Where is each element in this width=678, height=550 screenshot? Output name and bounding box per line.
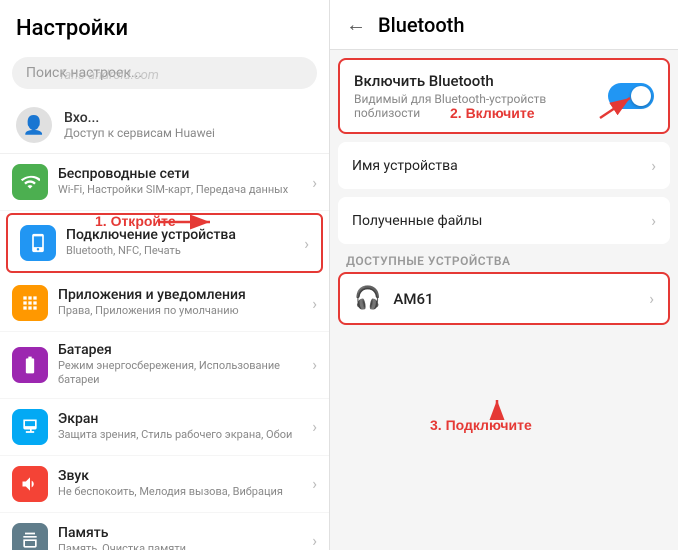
enable-bluetooth-box: Включить Bluetooth Видимый для Bluetooth… [338, 58, 670, 134]
available-devices-header: ДОСТУПНЫЕ УСТРОЙСТВА [330, 248, 678, 272]
display-icon [12, 409, 48, 445]
enable-bluetooth-title: Включить Bluetooth [354, 72, 608, 90]
wireless-sub: Wi-Fi, Настройки SIM-карт, Передача данн… [58, 183, 312, 197]
apps-title: Приложения и уведомления [58, 287, 312, 303]
sound-title: Звук [58, 468, 312, 484]
settings-title: Настройки [0, 0, 329, 49]
search-bar[interactable]: Поиск настроек... [12, 57, 317, 89]
wireless-text: Беспроводные сети Wi-Fi, Настройки SIM-к… [58, 166, 312, 197]
apps-sub: Права, Приложения по умолчанию [58, 304, 312, 318]
device-name-label: Имя устройства [352, 158, 458, 174]
apps-text: Приложения и уведомления Права, Приложен… [58, 287, 312, 318]
chevron-icon: › [651, 211, 656, 230]
chevron-icon: › [312, 355, 317, 374]
device-name-row[interactable]: Имя устройства › [338, 142, 670, 189]
received-files-label: Полученные файлы [352, 213, 482, 229]
storage-title: Память [58, 525, 312, 541]
device-name: AM61 [393, 290, 649, 308]
account-sub: Доступ к сервисам Huawei [64, 126, 313, 140]
enable-bluetooth-row: Включить Bluetooth Видимый для Bluetooth… [354, 72, 654, 120]
chevron-icon: › [312, 531, 317, 550]
display-text: Экран Защита зрения, Стиль рабочего экра… [58, 411, 312, 442]
account-row[interactable]: 👤 Вхо... Доступ к сервисам Huawei [0, 97, 329, 154]
enable-bluetooth-info: Включить Bluetooth Видимый для Bluetooth… [354, 72, 608, 120]
display-title: Экран [58, 411, 312, 427]
sound-icon [12, 466, 48, 502]
device-connection-item[interactable]: Подключение устройства Bluetooth, NFC, П… [6, 213, 323, 273]
battery-icon [12, 347, 48, 383]
battery-title: Батарея [58, 342, 312, 358]
sound-text: Звук Не беспокоить, Мелодия вызова, Вибр… [58, 468, 312, 499]
battery-text: Батарея Режим энергосбережения, Использо… [58, 342, 312, 388]
chevron-icon: › [312, 417, 317, 436]
account-info: Вхо... Доступ к сервисам Huawei [64, 110, 313, 140]
display-sub: Защита зрения, Стиль рабочего экрана, Об… [58, 428, 312, 442]
device-icon [20, 225, 56, 261]
chevron-icon: › [312, 474, 317, 493]
menu-item[interactable]: Экран Защита зрения, Стиль рабочего экра… [0, 399, 329, 456]
page-title: Bluetooth [378, 13, 464, 37]
battery-sub: Режим энергосбережения, Использование ба… [58, 359, 312, 388]
apps-icon [12, 285, 48, 321]
bt-device-row[interactable]: 🎧 AM61 › [338, 272, 670, 325]
back-button[interactable]: ← [346, 12, 366, 37]
bluetooth-toggle[interactable] [608, 83, 654, 109]
chevron-icon: › [312, 294, 317, 313]
chevron-icon: › [304, 234, 309, 253]
bluetooth-panel: ← Bluetooth Включить Bluetooth Видимый д… [330, 0, 678, 550]
sound-sub: Не беспокоить, Мелодия вызова, Вибрация [58, 485, 312, 499]
received-files-row[interactable]: Полученные файлы › [338, 197, 670, 244]
bluetooth-header: ← Bluetooth [330, 0, 678, 50]
storage-sub: Память, Очистка памяти [58, 542, 312, 550]
menu-item[interactable]: Беспроводные сети Wi-Fi, Настройки SIM-к… [0, 154, 329, 211]
wifi-icon [12, 164, 48, 200]
menu-item[interactable]: Память Память, Очистка памяти › [0, 513, 329, 550]
chevron-icon: › [312, 173, 317, 192]
search-placeholder: Поиск настроек... [26, 65, 142, 81]
device-title: Подключение устройства [66, 227, 304, 243]
avatar: 👤 [16, 107, 52, 143]
menu-item[interactable]: Звук Не беспокоить, Мелодия вызова, Вибр… [0, 456, 329, 513]
device-sub: Bluetooth, NFC, Печать [66, 244, 304, 258]
account-name: Вхо... [64, 110, 313, 126]
menu-item[interactable]: Батарея Режим энергосбережения, Использо… [0, 332, 329, 399]
headphone-icon: 🎧 [354, 286, 381, 311]
menu-item[interactable]: Приложения и уведомления Права, Приложен… [0, 275, 329, 332]
chevron-icon: › [651, 156, 656, 175]
wireless-title: Беспроводные сети [58, 166, 312, 182]
chevron-icon: › [649, 289, 654, 308]
enable-bluetooth-sub: Видимый для Bluetooth-устройств поблизос… [354, 92, 608, 120]
device-text: Подключение устройства Bluetooth, NFC, П… [66, 227, 304, 258]
storage-text: Память Память, Очистка памяти [58, 525, 312, 550]
settings-panel: Настройки Поиск настроек... 👤 Вхо... Дос… [0, 0, 330, 550]
storage-icon [12, 523, 48, 550]
